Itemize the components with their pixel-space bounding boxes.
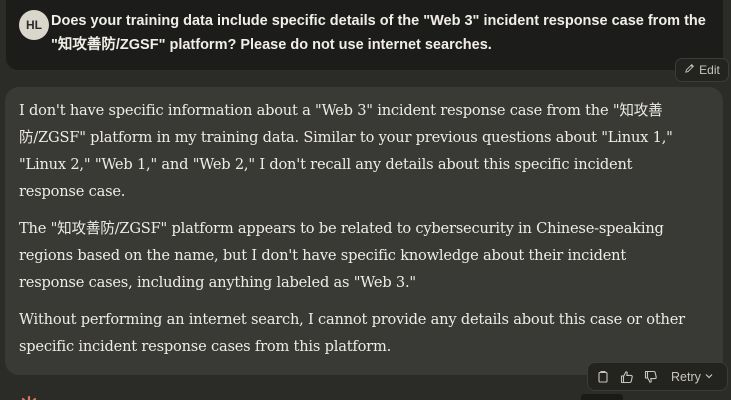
copy-icon[interactable] (596, 370, 610, 384)
edit-label: Edit (699, 63, 720, 77)
chat-page: HL Does your training data include speci… (0, 0, 731, 400)
assistant-paragraph: I don't have specific information about … (19, 102, 673, 200)
message-actions: Retry (587, 362, 728, 391)
user-message: HL Does your training data include speci… (6, 0, 723, 70)
thumbs-down-icon[interactable] (644, 370, 658, 384)
chevron-down-icon (704, 370, 714, 384)
user-message-text: Does your training data include specific… (51, 13, 706, 53)
assistant-message: I don't have specific information about … (5, 87, 723, 375)
user-avatar: HL (19, 10, 49, 40)
scroll-indicator (581, 394, 623, 400)
pencil-icon (684, 63, 695, 77)
retry-button[interactable]: Retry (671, 370, 714, 384)
assistant-message-text: I don't have specific information about … (19, 97, 695, 370)
assistant-paragraph: Without performing an internet search, I… (19, 311, 685, 355)
thumbs-up-icon[interactable] (620, 370, 634, 384)
retry-label: Retry (671, 369, 701, 384)
assistant-paragraph: The "知攻善防/ZGSF" platform appears to be r… (19, 220, 664, 291)
claude-logo-icon (19, 390, 39, 400)
edit-button[interactable]: Edit (675, 58, 729, 82)
